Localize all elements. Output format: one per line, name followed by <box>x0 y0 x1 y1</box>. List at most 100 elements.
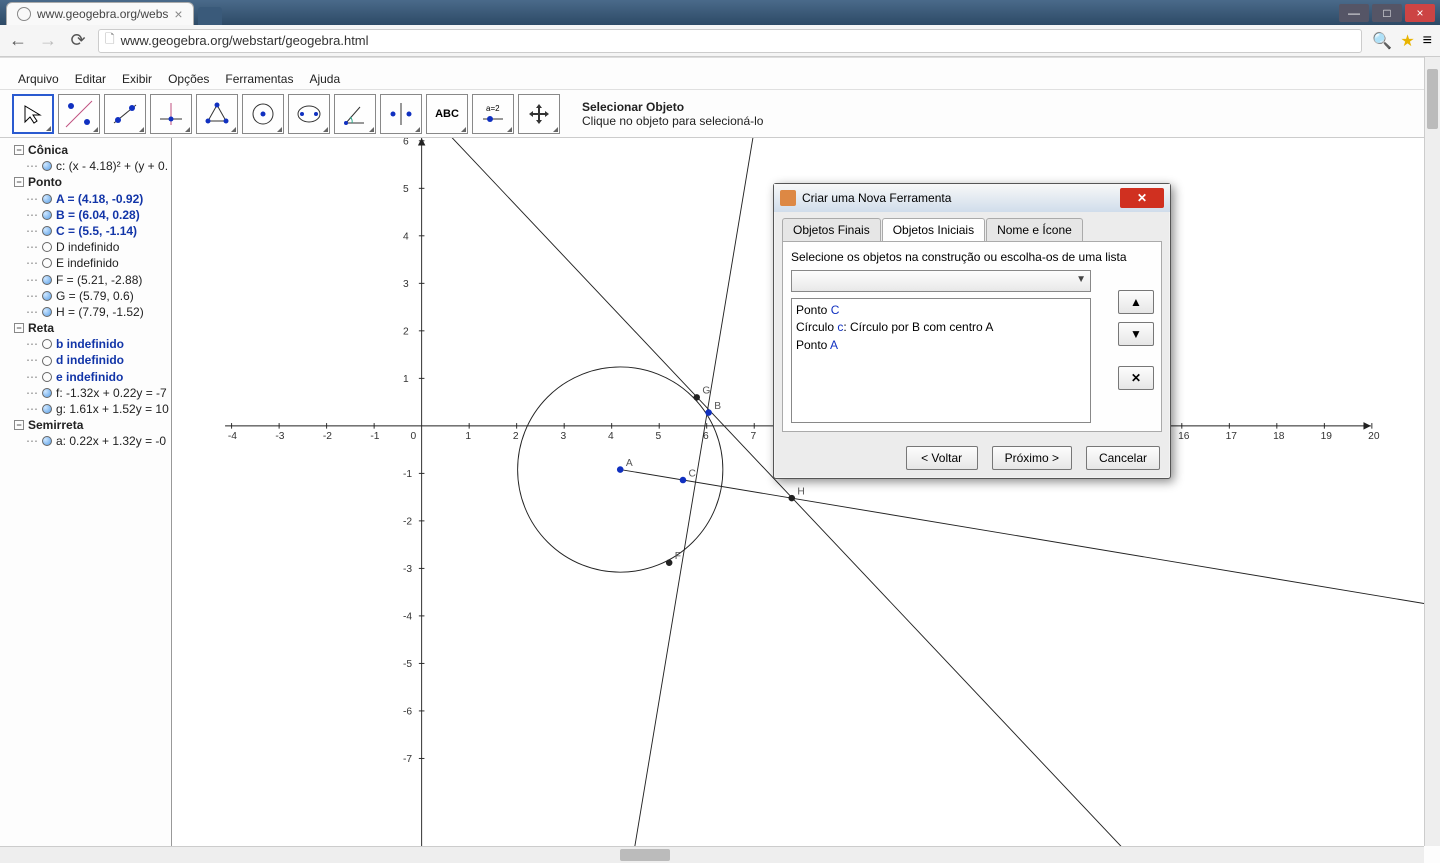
algebra-item[interactable]: ⋯B = (6.04, 0.28) <box>14 207 169 223</box>
svg-text:16: 16 <box>1178 431 1190 442</box>
svg-text:19: 19 <box>1321 431 1333 442</box>
algebra-group[interactable]: −Ponto <box>14 174 169 190</box>
algebra-item[interactable]: ⋯H = (7.79, -1.52) <box>14 304 169 320</box>
algebra-item[interactable]: ⋯g: 1.61x + 1.52y = 10 <box>14 401 169 417</box>
algebra-panel[interactable]: −Cônica⋯c: (x - 4.18)² + (y + 0.−Ponto⋯A… <box>12 138 172 846</box>
java-icon <box>780 190 796 206</box>
visibility-toggle[interactable] <box>42 242 52 252</box>
menu-exibir[interactable]: Exibir <box>116 70 158 88</box>
tool-line[interactable] <box>104 94 146 134</box>
menu-arquivo[interactable]: Arquivo <box>12 70 65 88</box>
tool-point[interactable] <box>58 94 100 134</box>
move-down-button[interactable]: ▼ <box>1118 322 1154 346</box>
algebra-item[interactable]: ⋯G = (5.79, 0.6) <box>14 288 169 304</box>
algebra-group[interactable]: −Semirreta <box>14 417 169 433</box>
bookmark-star-icon[interactable]: ★ <box>1400 31 1414 51</box>
visibility-toggle[interactable] <box>42 275 52 285</box>
scroll-thumb[interactable] <box>620 849 670 861</box>
menu-icon[interactable]: ≡ <box>1423 32 1432 50</box>
remove-button[interactable]: ✕ <box>1118 366 1154 390</box>
menu-ajuda[interactable]: Ajuda <box>303 70 346 88</box>
visibility-toggle[interactable] <box>42 161 52 171</box>
back-button[interactable]: < Voltar <box>906 446 978 470</box>
visibility-toggle[interactable] <box>42 291 52 301</box>
algebra-item[interactable]: ⋯e indefinido <box>14 369 169 385</box>
tool-conic[interactable] <box>288 94 330 134</box>
algebra-item[interactable]: ⋯f: -1.32x + 0.22y = -7 <box>14 385 169 401</box>
collapse-icon[interactable]: − <box>14 177 24 187</box>
tool-perp[interactable] <box>150 94 192 134</box>
cancel-button[interactable]: Cancelar <box>1086 446 1160 470</box>
algebra-label: c: (x - 4.18)² + (y + 0. <box>56 158 168 174</box>
visibility-toggle[interactable] <box>42 436 52 446</box>
algebra-item[interactable]: ⋯d indefinido <box>14 352 169 368</box>
visibility-toggle[interactable] <box>42 194 52 204</box>
dialog-tab[interactable]: Objetos Finais <box>782 218 881 241</box>
svg-text:-3: -3 <box>275 431 284 442</box>
svg-text:1: 1 <box>465 431 471 442</box>
visibility-toggle[interactable] <box>42 307 52 317</box>
visibility-toggle[interactable] <box>42 372 52 382</box>
object-listbox[interactable]: Ponto CCírculo c: Círculo por B com cent… <box>791 298 1091 423</box>
url-input[interactable]: 🗋 www.geogebra.org/webstart/geogebra.htm… <box>98 29 1362 53</box>
dialog-tab[interactable]: Objetos Iniciais <box>882 218 985 241</box>
visibility-toggle[interactable] <box>42 356 52 366</box>
dialog-close-button[interactable]: ✕ <box>1120 188 1164 208</box>
scrollbar-vertical[interactable] <box>1424 57 1440 846</box>
close-window-button[interactable]: × <box>1405 4 1435 22</box>
tool-text[interactable]: ABC <box>426 94 468 134</box>
tool-circle[interactable] <box>242 94 284 134</box>
list-item[interactable]: Ponto A <box>796 337 1086 354</box>
algebra-item[interactable]: ⋯b indefinido <box>14 336 169 352</box>
new-tab-button[interactable] <box>198 7 222 25</box>
algebra-item[interactable]: ⋯c: (x - 4.18)² + (y + 0. <box>14 158 169 174</box>
visibility-toggle[interactable] <box>42 210 52 220</box>
tool-move-view[interactable] <box>518 94 560 134</box>
scrollbar-horizontal[interactable] <box>0 846 1424 863</box>
tab-close-icon[interactable]: × <box>174 6 182 22</box>
browser-tab[interactable]: www.geogebra.org/webs × <box>6 2 194 25</box>
svg-text:-6: -6 <box>403 707 412 718</box>
reload-button[interactable]: ⟳ <box>68 31 88 51</box>
tool-polygon[interactable] <box>196 94 238 134</box>
menu-editar[interactable]: Editar <box>69 70 112 88</box>
tool-reflect[interactable] <box>380 94 422 134</box>
algebra-item[interactable]: ⋯E indefinido <box>14 255 169 271</box>
maximize-button[interactable]: □ <box>1372 4 1402 22</box>
svg-text:H: H <box>797 486 804 497</box>
object-combo[interactable] <box>791 270 1091 292</box>
zoom-icon[interactable]: 🔍 <box>1372 31 1392 51</box>
menu-ferramentas[interactable]: Ferramentas <box>219 70 299 88</box>
minimize-button[interactable]: — <box>1339 4 1369 22</box>
algebra-item[interactable]: ⋯a: 0.22x + 1.32y = -0 <box>14 433 169 449</box>
move-up-button[interactable]: ▲ <box>1118 290 1154 314</box>
menu-opções[interactable]: Opções <box>162 70 215 88</box>
scroll-thumb[interactable] <box>1427 69 1438 129</box>
visibility-toggle[interactable] <box>42 339 52 349</box>
list-item[interactable]: Ponto C <box>796 302 1086 319</box>
back-button[interactable]: ← <box>8 31 28 51</box>
dialog-titlebar[interactable]: Criar uma Nova Ferramenta ✕ <box>774 184 1170 212</box>
tool-angle[interactable] <box>334 94 376 134</box>
visibility-toggle[interactable] <box>42 404 52 414</box>
next-button[interactable]: Próximo > <box>992 446 1072 470</box>
collapse-icon[interactable]: − <box>14 323 24 333</box>
visibility-toggle[interactable] <box>42 258 52 268</box>
svg-text:C: C <box>689 468 696 479</box>
algebra-item[interactable]: ⋯A = (4.18, -0.92) <box>14 191 169 207</box>
tool-move[interactable] <box>12 94 54 134</box>
svg-text:7: 7 <box>750 431 756 442</box>
collapse-icon[interactable]: − <box>14 145 24 155</box>
algebra-group[interactable]: −Reta <box>14 320 169 336</box>
visibility-toggle[interactable] <box>42 226 52 236</box>
list-item[interactable]: Círculo c: Círculo por B com centro A <box>796 319 1086 336</box>
algebra-item[interactable]: ⋯F = (5.21, -2.88) <box>14 272 169 288</box>
algebra-item[interactable]: ⋯D indefinido <box>14 239 169 255</box>
algebra-group[interactable]: −Cônica <box>14 142 169 158</box>
visibility-toggle[interactable] <box>42 388 52 398</box>
dialog-tab[interactable]: Nome e Ícone <box>986 218 1083 241</box>
algebra-item[interactable]: ⋯C = (5.5, -1.14) <box>14 223 169 239</box>
forward-button[interactable]: → <box>38 31 58 51</box>
tool-slider[interactable]: a=2 <box>472 94 514 134</box>
collapse-icon[interactable]: − <box>14 420 24 430</box>
